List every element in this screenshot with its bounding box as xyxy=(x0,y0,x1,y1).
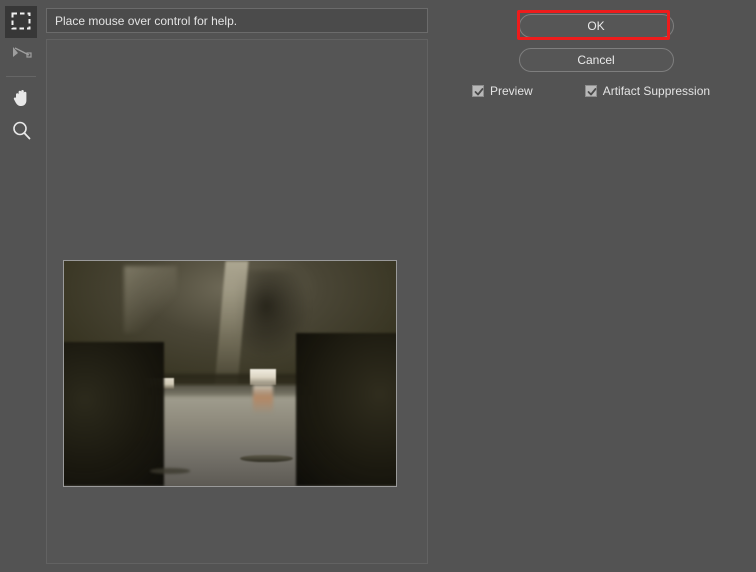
shake-reduction-dialog: Place mouse over control for help. OK Ca… xyxy=(0,0,756,572)
blur-trace-icon xyxy=(10,45,32,66)
artifact-suppression-checkbox-label: Artifact Suppression xyxy=(602,84,711,98)
dashed-rectangle-icon xyxy=(11,12,31,33)
checkmark-icon xyxy=(472,85,484,97)
artifact-suppression-checkbox[interactable]: Artifact Suppression xyxy=(584,84,711,98)
photo-reflection xyxy=(253,384,274,414)
photo-building-right xyxy=(249,369,277,385)
photo-slope-light xyxy=(123,265,177,333)
canvas-preview-area[interactable] xyxy=(46,39,428,564)
cancel-button-container: Cancel xyxy=(436,48,756,72)
hand-tool[interactable] xyxy=(5,83,37,115)
photo-boat xyxy=(239,454,294,463)
photo-tree-right xyxy=(296,333,396,486)
photo-foreground-rock xyxy=(150,468,191,474)
settings-panel: OK Cancel Preview Artifact Suppression xyxy=(436,0,756,572)
blur-direction-tool[interactable] xyxy=(5,39,37,71)
magnifier-icon xyxy=(11,120,32,144)
marquee-tool[interactable] xyxy=(5,6,37,38)
tool-palette xyxy=(0,0,42,572)
checkmark-icon xyxy=(584,85,597,97)
ok-button-container: OK xyxy=(436,10,756,40)
ok-button[interactable]: OK xyxy=(518,14,674,38)
image-preview[interactable] xyxy=(63,260,397,487)
preview-checkbox[interactable]: Preview xyxy=(472,84,533,98)
photo-tree-left xyxy=(64,342,164,486)
toolbar-divider xyxy=(6,76,36,77)
preview-photo xyxy=(64,261,396,486)
preview-checkbox-label: Preview xyxy=(490,84,533,98)
hand-icon xyxy=(11,87,32,111)
help-bar: Place mouse over control for help. xyxy=(46,8,428,33)
zoom-tool[interactable] xyxy=(5,116,37,148)
help-text: Place mouse over control for help. xyxy=(55,13,238,28)
cancel-button[interactable]: Cancel xyxy=(518,48,674,72)
checkbox-row: Preview Artifact Suppression xyxy=(436,84,756,98)
